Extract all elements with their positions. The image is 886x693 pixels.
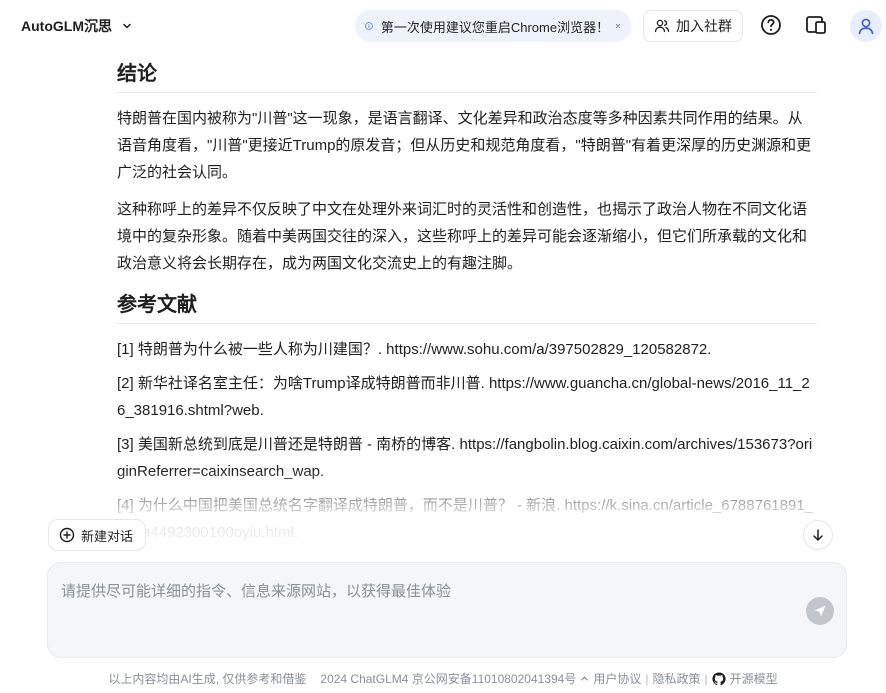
references-heading: 参考文献: [117, 293, 817, 324]
conclusion-heading: 结论: [117, 62, 817, 93]
brand-name: AutoGLM沉思: [21, 18, 112, 34]
join-community-label: 加入社群: [676, 18, 732, 34]
plus-circle-icon: [59, 527, 75, 543]
info-icon: [365, 22, 373, 30]
join-community-button[interactable]: 加入社群: [643, 10, 743, 42]
send-button[interactable]: [806, 597, 834, 625]
footer: 以上内容均由AI生成, 仅供参考和借鉴 2024 ChatGLM4 京公网安备1…: [0, 670, 886, 687]
users-icon: [654, 19, 670, 33]
copyright-text: 2024 ChatGLM4 京公网安备11010802041394号: [320, 672, 577, 686]
reference-item[interactable]: [3] 美国新总统到底是川普还是特朗普 - 南桥的博客. https://fan…: [117, 431, 817, 485]
user-agreement-link[interactable]: 用户协议: [593, 670, 641, 687]
ai-disclaimer: 以上内容均由AI生成, 仅供参考和借鉴: [108, 672, 307, 686]
avatar[interactable]: [850, 10, 882, 42]
chevron-down-icon: [123, 23, 131, 29]
conclusion-paragraph: 特朗普在国内被称为"川普"这一现象，是语言翻译、文化差异和政治态度等多种因素共同…: [117, 110, 812, 181]
devices-icon[interactable]: [804, 13, 828, 37]
github-icon: [712, 671, 726, 685]
answer-content: 结论 特朗普在国内被称为"川普"这一现象，是语言翻译、文化差异和政治态度等多种因…: [117, 62, 817, 553]
conclusion-paragraph: 这种称呼上的差异不仅反映了中文在处理外来词汇时的灵活性和创造性，也揭示了政治人物…: [117, 201, 808, 272]
new-chat-label: 新建对话: [81, 528, 134, 544]
new-chat-button[interactable]: 新建对话: [48, 519, 147, 551]
model-selector[interactable]: AutoGLM沉思: [21, 16, 132, 36]
reference-item[interactable]: [2] 新华社译名室主任：为啥Trump译成特朗普而非川普. https://w…: [117, 370, 817, 424]
divider: |: [704, 671, 708, 686]
reference-item[interactable]: [4] 为什么中国把美国总统名字翻译成特朗普，而不是川普？ - 新浪. http…: [117, 492, 817, 546]
send-icon: [814, 605, 826, 617]
scroll-to-bottom-button[interactable]: [803, 520, 833, 550]
reference-item[interactable]: [1] 特朗普为什么被一些人称为川建国？. https://www.sohu.c…: [117, 336, 817, 363]
open-source-link[interactable]: 开源模型: [730, 670, 778, 687]
notice-text: 第一次使用建议您重启Chrome浏览器！: [380, 19, 610, 35]
divider: |: [645, 671, 649, 686]
close-icon[interactable]: [615, 20, 621, 32]
restart-notice: 第一次使用建议您重启Chrome浏览器！: [355, 10, 631, 42]
arrow-down-icon: [813, 529, 823, 541]
top-bar: AutoGLM沉思 第一次使用建议您重启Chrome浏览器！ 加入社群: [0, 0, 886, 52]
privacy-policy-link[interactable]: 隐私政策: [652, 670, 700, 687]
user-icon: [858, 18, 874, 35]
help-icon[interactable]: [759, 13, 783, 37]
prompt-box: [47, 562, 847, 658]
chevron-up-icon[interactable]: [580, 674, 589, 683]
prompt-input[interactable]: [61, 580, 801, 640]
